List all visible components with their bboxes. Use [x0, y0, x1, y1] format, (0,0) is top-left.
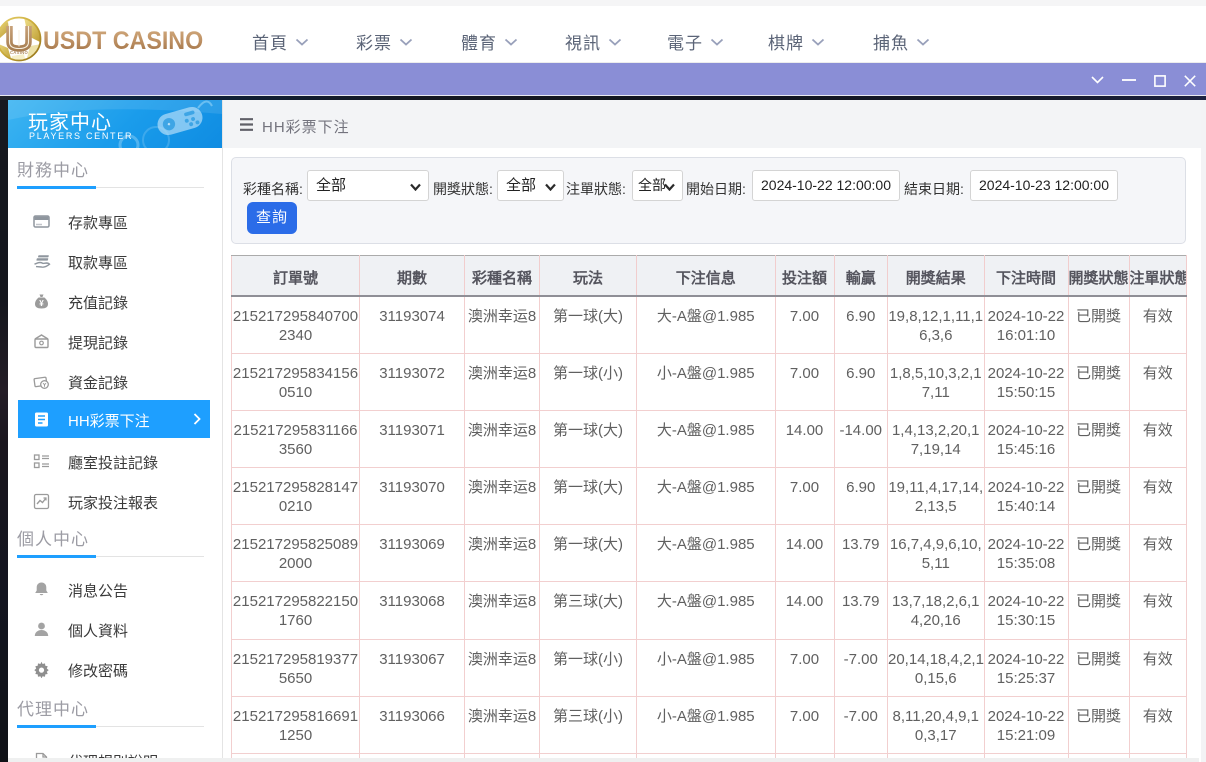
svg-text:¥: ¥	[39, 299, 44, 308]
svg-text:CASINO: CASINO	[10, 50, 29, 55]
